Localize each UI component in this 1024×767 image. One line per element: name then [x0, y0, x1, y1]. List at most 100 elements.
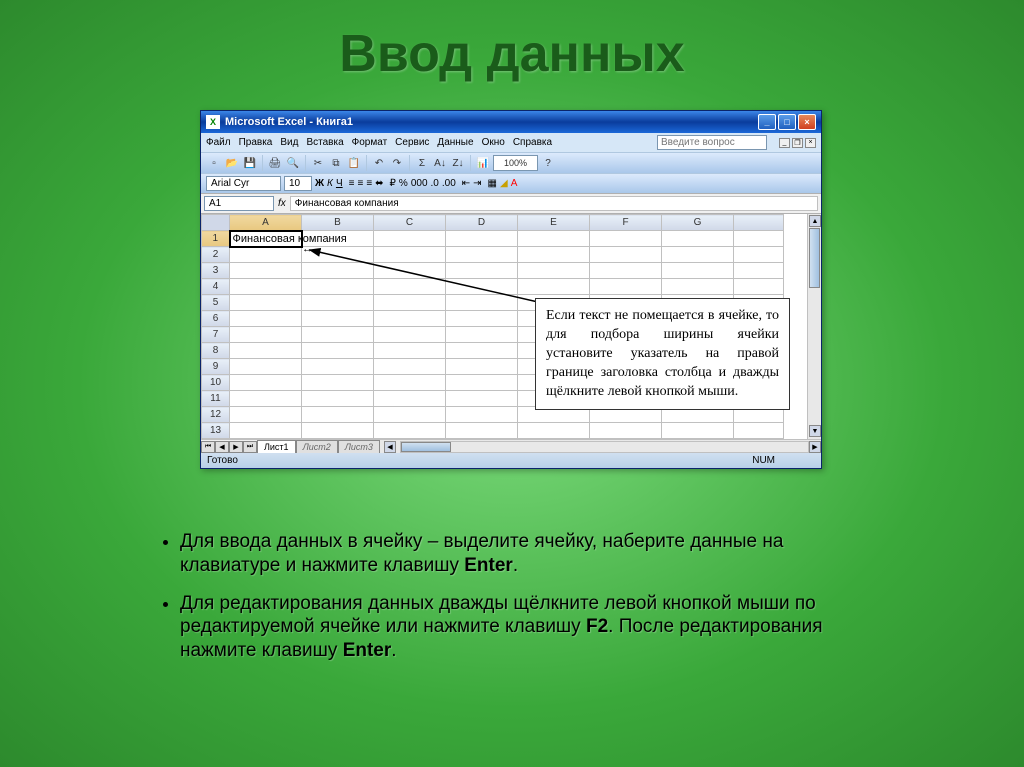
cell[interactable]	[302, 391, 374, 407]
col-header-e[interactable]: E	[518, 215, 590, 231]
chart-icon[interactable]: 📊	[475, 155, 491, 171]
cell[interactable]	[302, 295, 374, 311]
col-header-a[interactable]: A	[230, 215, 302, 231]
cell[interactable]	[518, 263, 590, 279]
cell[interactable]	[446, 231, 518, 247]
doc-restore-button[interactable]: ❐	[792, 138, 803, 148]
row-header-11[interactable]: 11	[202, 391, 230, 407]
select-all-corner[interactable]	[202, 215, 230, 231]
cell[interactable]	[662, 279, 734, 295]
menu-edit[interactable]: Правка	[239, 137, 273, 148]
paste-icon[interactable]: 📋	[346, 155, 362, 171]
cell[interactable]	[446, 263, 518, 279]
doc-minimize-button[interactable]: _	[779, 138, 790, 148]
hscroll-thumb[interactable]	[401, 442, 451, 452]
cell[interactable]	[734, 263, 784, 279]
cell[interactable]	[446, 295, 518, 311]
cell[interactable]	[590, 423, 662, 439]
cell[interactable]	[230, 375, 302, 391]
cell[interactable]	[302, 327, 374, 343]
cell[interactable]	[374, 375, 446, 391]
preview-icon[interactable]: 🔍	[285, 155, 301, 171]
percent-icon[interactable]: %	[399, 178, 408, 189]
align-center-icon[interactable]: ≡	[357, 178, 363, 189]
cell-a1[interactable]: Финансовая компания	[230, 231, 302, 247]
align-left-icon[interactable]: ≡	[349, 178, 355, 189]
cell[interactable]	[662, 247, 734, 263]
copy-icon[interactable]: ⧉	[328, 155, 344, 171]
sort-desc-icon[interactable]: Z↓	[450, 155, 466, 171]
row-header-9[interactable]: 9	[202, 359, 230, 375]
tab-nav-prev-icon[interactable]: ◀	[215, 441, 229, 453]
cell[interactable]	[230, 247, 302, 263]
help-search-input[interactable]	[657, 135, 767, 150]
col-header-f[interactable]: F	[590, 215, 662, 231]
cell[interactable]	[446, 327, 518, 343]
cell[interactable]	[446, 247, 518, 263]
cell[interactable]	[446, 407, 518, 423]
cell[interactable]	[230, 391, 302, 407]
cell[interactable]	[302, 263, 374, 279]
cell[interactable]	[446, 391, 518, 407]
increase-decimal-icon[interactable]: .00	[442, 178, 456, 189]
menu-data[interactable]: Данные	[437, 137, 473, 148]
cell[interactable]	[590, 231, 662, 247]
menu-tools[interactable]: Сервис	[395, 137, 429, 148]
scroll-down-icon[interactable]: ▼	[809, 425, 821, 437]
cell[interactable]	[302, 375, 374, 391]
cell[interactable]	[374, 407, 446, 423]
font-name-dropdown[interactable]: Arial Cyr	[206, 176, 281, 191]
cell[interactable]	[446, 423, 518, 439]
tab-nav-next-icon[interactable]: ▶	[229, 441, 243, 453]
minimize-button[interactable]: _	[758, 114, 776, 130]
row-header-2[interactable]: 2	[202, 247, 230, 263]
decrease-decimal-icon[interactable]: .0	[431, 178, 439, 189]
fill-color-icon[interactable]: ◢	[500, 178, 508, 189]
menu-file[interactable]: Файл	[206, 137, 231, 148]
cell[interactable]	[446, 343, 518, 359]
cell[interactable]	[590, 263, 662, 279]
cell[interactable]	[374, 279, 446, 295]
cell[interactable]	[374, 247, 446, 263]
row-header-5[interactable]: 5	[202, 295, 230, 311]
cell[interactable]	[302, 311, 374, 327]
cell[interactable]	[374, 327, 446, 343]
cell[interactable]	[734, 247, 784, 263]
indent-right-icon[interactable]: ⇥	[473, 178, 481, 189]
cell[interactable]	[230, 279, 302, 295]
row-header-12[interactable]: 12	[202, 407, 230, 423]
comma-icon[interactable]: 000	[411, 178, 428, 189]
zoom-dropdown[interactable]: 100%	[493, 155, 538, 171]
row-header-7[interactable]: 7	[202, 327, 230, 343]
sheet-tab-3[interactable]: Лист3	[338, 440, 380, 453]
print-icon[interactable]: 🖨	[267, 155, 283, 171]
fx-icon[interactable]: fx	[278, 198, 286, 209]
cell[interactable]	[230, 407, 302, 423]
cell[interactable]	[302, 247, 374, 263]
name-box[interactable]: A1	[204, 196, 274, 211]
cell[interactable]	[374, 311, 446, 327]
hscroll-track[interactable]	[400, 441, 809, 453]
cell[interactable]	[518, 231, 590, 247]
tab-nav-last-icon[interactable]: ⏭	[243, 441, 257, 453]
cut-icon[interactable]: ✂	[310, 155, 326, 171]
col-header-g[interactable]: G	[662, 215, 734, 231]
merge-icon[interactable]: ⬌	[375, 178, 383, 189]
cell[interactable]	[374, 295, 446, 311]
menu-view[interactable]: Вид	[280, 137, 298, 148]
cell[interactable]	[446, 279, 518, 295]
cell[interactable]	[374, 231, 446, 247]
undo-icon[interactable]: ↶	[371, 155, 387, 171]
cell[interactable]	[446, 375, 518, 391]
cell[interactable]	[374, 343, 446, 359]
scroll-right-icon[interactable]: ▶	[809, 441, 821, 453]
sheet-tab-2[interactable]: Лист2	[296, 440, 338, 453]
maximize-button[interactable]: □	[778, 114, 796, 130]
col-header-c[interactable]: C	[374, 215, 446, 231]
row-header-6[interactable]: 6	[202, 311, 230, 327]
menu-help[interactable]: Справка	[513, 137, 552, 148]
col-header-last[interactable]	[734, 215, 784, 231]
sheet-tab-1[interactable]: Лист1	[257, 440, 296, 453]
cell[interactable]	[302, 343, 374, 359]
sort-asc-icon[interactable]: A↓	[432, 155, 448, 171]
